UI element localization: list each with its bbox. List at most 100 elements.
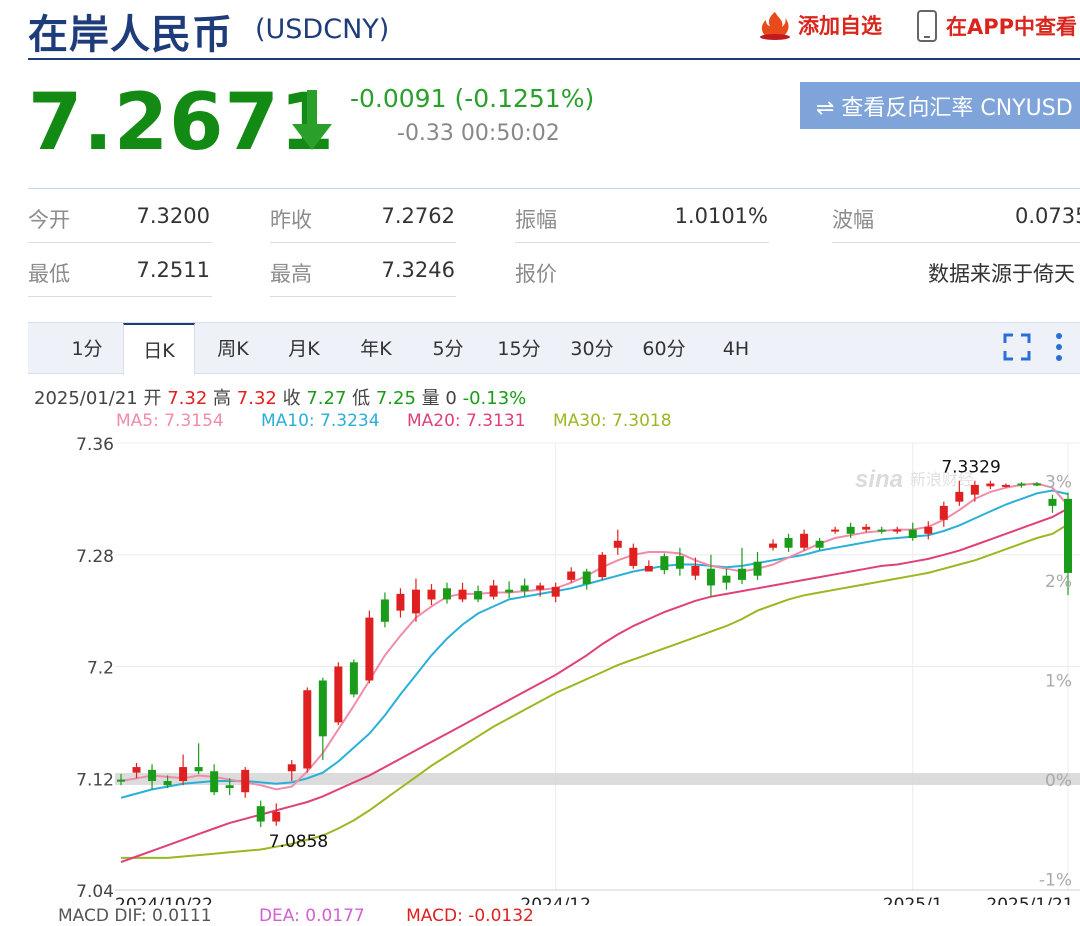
candle-body bbox=[939, 505, 948, 520]
x-tick-label: 2024/10/22 bbox=[115, 895, 213, 905]
candle-body bbox=[396, 593, 405, 611]
candle-body bbox=[1048, 498, 1057, 506]
app-view-label: 在APP中查看 bbox=[946, 15, 1078, 39]
current-price: 7.2671 bbox=[28, 78, 335, 168]
candle-body bbox=[706, 568, 715, 586]
down-arrow-icon bbox=[290, 90, 334, 156]
candle-body bbox=[256, 806, 265, 822]
candle-body bbox=[815, 540, 824, 548]
candle-body bbox=[1001, 484, 1010, 487]
price-change: -0.0091 (-0.1251%) bbox=[350, 84, 595, 113]
candle-body bbox=[380, 599, 389, 622]
y-tick-label: 7.04 bbox=[76, 882, 114, 902]
candle-body bbox=[1017, 483, 1026, 486]
prev-close-label: 昨收 bbox=[270, 208, 312, 232]
macd-value: MACD: -0.0132 bbox=[406, 906, 534, 926]
tab-5min[interactable]: 5分 bbox=[419, 323, 477, 373]
volatility-value: 0.0735 bbox=[1015, 204, 1080, 228]
prev-close-value: 7.2762 bbox=[381, 204, 455, 228]
macd-row: MACD DIF: 0.0111 DEA: 0.0177 MACD: -0.01… bbox=[58, 906, 534, 926]
app-view-button[interactable]: 在APP中查看 bbox=[916, 10, 1077, 42]
data-source: 数据来源于倚天 bbox=[928, 262, 1075, 286]
candle-body bbox=[1032, 483, 1041, 486]
candle-body bbox=[427, 589, 436, 600]
candle-body bbox=[737, 568, 746, 580]
candle-body bbox=[800, 533, 809, 548]
quote-label: 报价 bbox=[515, 262, 557, 286]
candle-body bbox=[567, 571, 576, 580]
candle-body bbox=[598, 554, 607, 578]
y-tick-label: 7.36 bbox=[76, 435, 114, 455]
candle-body bbox=[675, 556, 684, 569]
tab-60min[interactable]: 60分 bbox=[634, 323, 694, 373]
tab-daily-k[interactable]: 日K bbox=[123, 323, 195, 375]
candle-body bbox=[365, 617, 374, 681]
stat-underline bbox=[832, 242, 1080, 243]
low-value: 7.2511 bbox=[136, 258, 210, 282]
fullscreen-icon[interactable] bbox=[1003, 333, 1031, 365]
candle-body bbox=[753, 561, 762, 576]
y-tick-label: 7.28 bbox=[76, 547, 114, 567]
candle-body bbox=[443, 588, 452, 600]
reverse-rate-button[interactable]: ⇌ 查看反向汇率 CNYUSD bbox=[800, 82, 1080, 129]
pct-tick-label: 2% bbox=[1045, 572, 1072, 592]
tab-15min[interactable]: 15分 bbox=[490, 323, 548, 373]
high-annotation: 7.3329 bbox=[941, 458, 1000, 478]
candle-body bbox=[349, 662, 358, 695]
tab-30min[interactable]: 30分 bbox=[562, 323, 622, 373]
macd-dea: DEA: 0.0177 bbox=[258, 906, 365, 926]
axis-labels: 7.36 7.28 7.2 7.12 7.04 3% 2% 1% 0% -1% 2024/10/22… bbox=[76, 435, 1073, 905]
tab-1min[interactable]: 1分 bbox=[58, 323, 116, 373]
pct-tick-label: 0% bbox=[1045, 771, 1072, 791]
candle-body bbox=[458, 589, 467, 600]
tab-4h[interactable]: 4H bbox=[708, 323, 764, 373]
candle-body bbox=[272, 811, 281, 822]
header-divider bbox=[28, 58, 1080, 60]
currency-code: (USDCNY) bbox=[255, 14, 390, 45]
candle-body bbox=[955, 491, 964, 502]
info-high: 7.32 bbox=[236, 388, 277, 409]
pct-tick-label: 1% bbox=[1045, 671, 1072, 691]
stat-underline bbox=[270, 296, 456, 297]
phone-icon bbox=[917, 10, 937, 42]
x-tick-label: 2025/1/21 bbox=[986, 895, 1073, 905]
candle-body bbox=[520, 585, 529, 592]
info-date: 2025/01/21 bbox=[34, 388, 138, 409]
x-tick-label: 2025/1 bbox=[883, 895, 943, 905]
candle-body bbox=[784, 537, 793, 548]
candle-body bbox=[846, 526, 855, 534]
add-watch-label: 添加自选 bbox=[798, 14, 882, 38]
period-tabbar: 1分 日K 周K 月K 年K 5分 15分 30分 60分 4H bbox=[28, 322, 1080, 375]
candle-body bbox=[613, 540, 622, 548]
candle-body bbox=[163, 781, 172, 786]
candle-body bbox=[644, 565, 653, 572]
info-open: 7.32 bbox=[167, 388, 208, 409]
candle-body bbox=[893, 529, 902, 532]
candle-body bbox=[505, 589, 514, 593]
tab-monthly-k[interactable]: 月K bbox=[275, 323, 333, 373]
candle-body bbox=[334, 666, 343, 723]
price-sub-change: -0.33 00:50:02 bbox=[397, 121, 560, 146]
open-value: 7.3200 bbox=[136, 204, 210, 228]
info-high-label: 高 bbox=[213, 388, 232, 409]
tab-yearly-k[interactable]: 年K bbox=[347, 323, 405, 373]
candle-body bbox=[411, 589, 420, 614]
candle-body bbox=[970, 484, 979, 495]
chart-grid bbox=[115, 442, 1080, 891]
more-options-icon[interactable] bbox=[1054, 332, 1064, 366]
candle-body bbox=[986, 483, 995, 487]
x-tick-label: 2024/12 bbox=[520, 895, 591, 905]
volatility-label: 波幅 bbox=[832, 208, 874, 232]
kline-chart[interactable]: sina 新浪财经 7.367.287.27.127.043%2%1%0%-1%… bbox=[0, 425, 1080, 905]
candle-body bbox=[489, 585, 498, 597]
candle-body bbox=[287, 764, 296, 772]
candle-body bbox=[660, 556, 669, 571]
ohlc-info-row: 2025/01/21 开 7.32 高 7.32 收 7.27 低 7.25 量… bbox=[34, 384, 526, 410]
add-watch-button[interactable]: 添加自选 bbox=[758, 10, 882, 40]
info-pct: -0.13% bbox=[462, 388, 527, 409]
tab-weekly-k[interactable]: 周K bbox=[204, 323, 262, 373]
pct-tick-label: 3% bbox=[1045, 473, 1072, 493]
candle-body bbox=[241, 769, 250, 793]
info-close-label: 收 bbox=[282, 388, 301, 409]
low-label: 最低 bbox=[28, 262, 70, 286]
